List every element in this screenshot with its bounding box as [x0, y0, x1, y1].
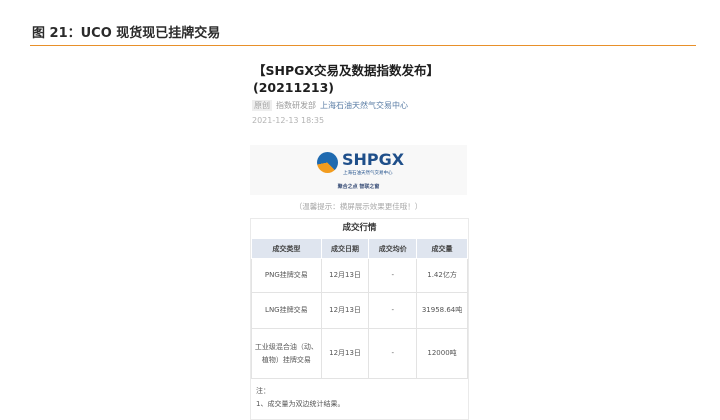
- cell-avg-price: -: [368, 258, 418, 293]
- header-volume: 成交量: [416, 238, 468, 259]
- cell-volume: 1.42亿方: [416, 258, 468, 293]
- shpgx-logo-icon: [317, 152, 338, 173]
- trade-quotes-panel: 成交行情 成交类型 成交日期 成交均价 成交量 PNG挂牌交易 12月13日 -…: [250, 218, 469, 420]
- cell-trade-date: 12月13日: [320, 258, 370, 293]
- logo-subtitle: 上海石油天然气交易中心: [343, 171, 393, 176]
- table-notes: 注： 1、成交量为双边统计结果。: [256, 385, 344, 411]
- cell-trade-date: 12月13日: [320, 292, 370, 329]
- slogan: 聚合之点 智联之窗: [337, 184, 380, 190]
- logo-banner: SHPGX 上海石油天然气交易中心 聚合之点 智联之窗: [250, 145, 467, 195]
- article-title: 【SHPGX交易及数据指数发布】(20211213): [253, 63, 440, 95]
- figure-title: 图 21：UCO 现货现已挂牌交易: [32, 26, 221, 41]
- article-date: 2021-12-13 18:35: [252, 116, 325, 125]
- cell-avg-price: -: [368, 292, 418, 329]
- article-screenshot: 【SHPGX交易及数据指数发布】(20211213) 原创 指数研发部 上海石油天然…: [240, 50, 472, 420]
- table-row: PNG挂牌交易 12月13日 - 1.42亿方: [251, 258, 468, 293]
- table-header-row: 成交类型 成交日期 成交均价 成交量: [251, 238, 468, 259]
- cell-trade-type: 工业级混合油（动、植物）挂牌交易: [251, 328, 322, 379]
- logo-text: SHPGX: [342, 150, 405, 169]
- cell-volume: 12000吨: [416, 328, 468, 379]
- header-avg-price: 成交均价: [368, 238, 418, 259]
- cell-volume: 31958.64吨: [416, 292, 468, 329]
- article-meta: 原创 指数研发部 上海石油天然气交易中心: [252, 100, 408, 111]
- original-tag: 原创: [252, 100, 272, 111]
- table-row: 工业级混合油（动、植物）挂牌交易 12月13日 - 12000吨: [251, 328, 468, 379]
- source-link[interactable]: 上海石油天然气交易中心: [320, 101, 408, 110]
- header-trade-type: 成交类型: [251, 238, 322, 259]
- title-divider: [30, 45, 696, 46]
- header-trade-date: 成交日期: [320, 238, 370, 259]
- cell-trade-type: LNG挂牌交易: [251, 292, 322, 329]
- cell-avg-price: -: [368, 328, 418, 379]
- landscape-hint: （温馨提示：横屏展示效果更佳哦！）: [294, 202, 423, 211]
- department: 指数研发部: [276, 101, 316, 110]
- note-line: 1、成交量为双边统计结果。: [256, 400, 345, 408]
- trade-table-title: 成交行情: [342, 223, 377, 233]
- note-heading: 注：: [256, 387, 270, 395]
- cell-trade-type: PNG挂牌交易: [251, 258, 322, 293]
- table-row: LNG挂牌交易 12月13日 - 31958.64吨: [251, 292, 468, 329]
- cell-trade-date: 12月13日: [320, 328, 370, 379]
- trade-table: 成交类型 成交日期 成交均价 成交量 PNG挂牌交易 12月13日 - 1.42…: [251, 238, 468, 379]
